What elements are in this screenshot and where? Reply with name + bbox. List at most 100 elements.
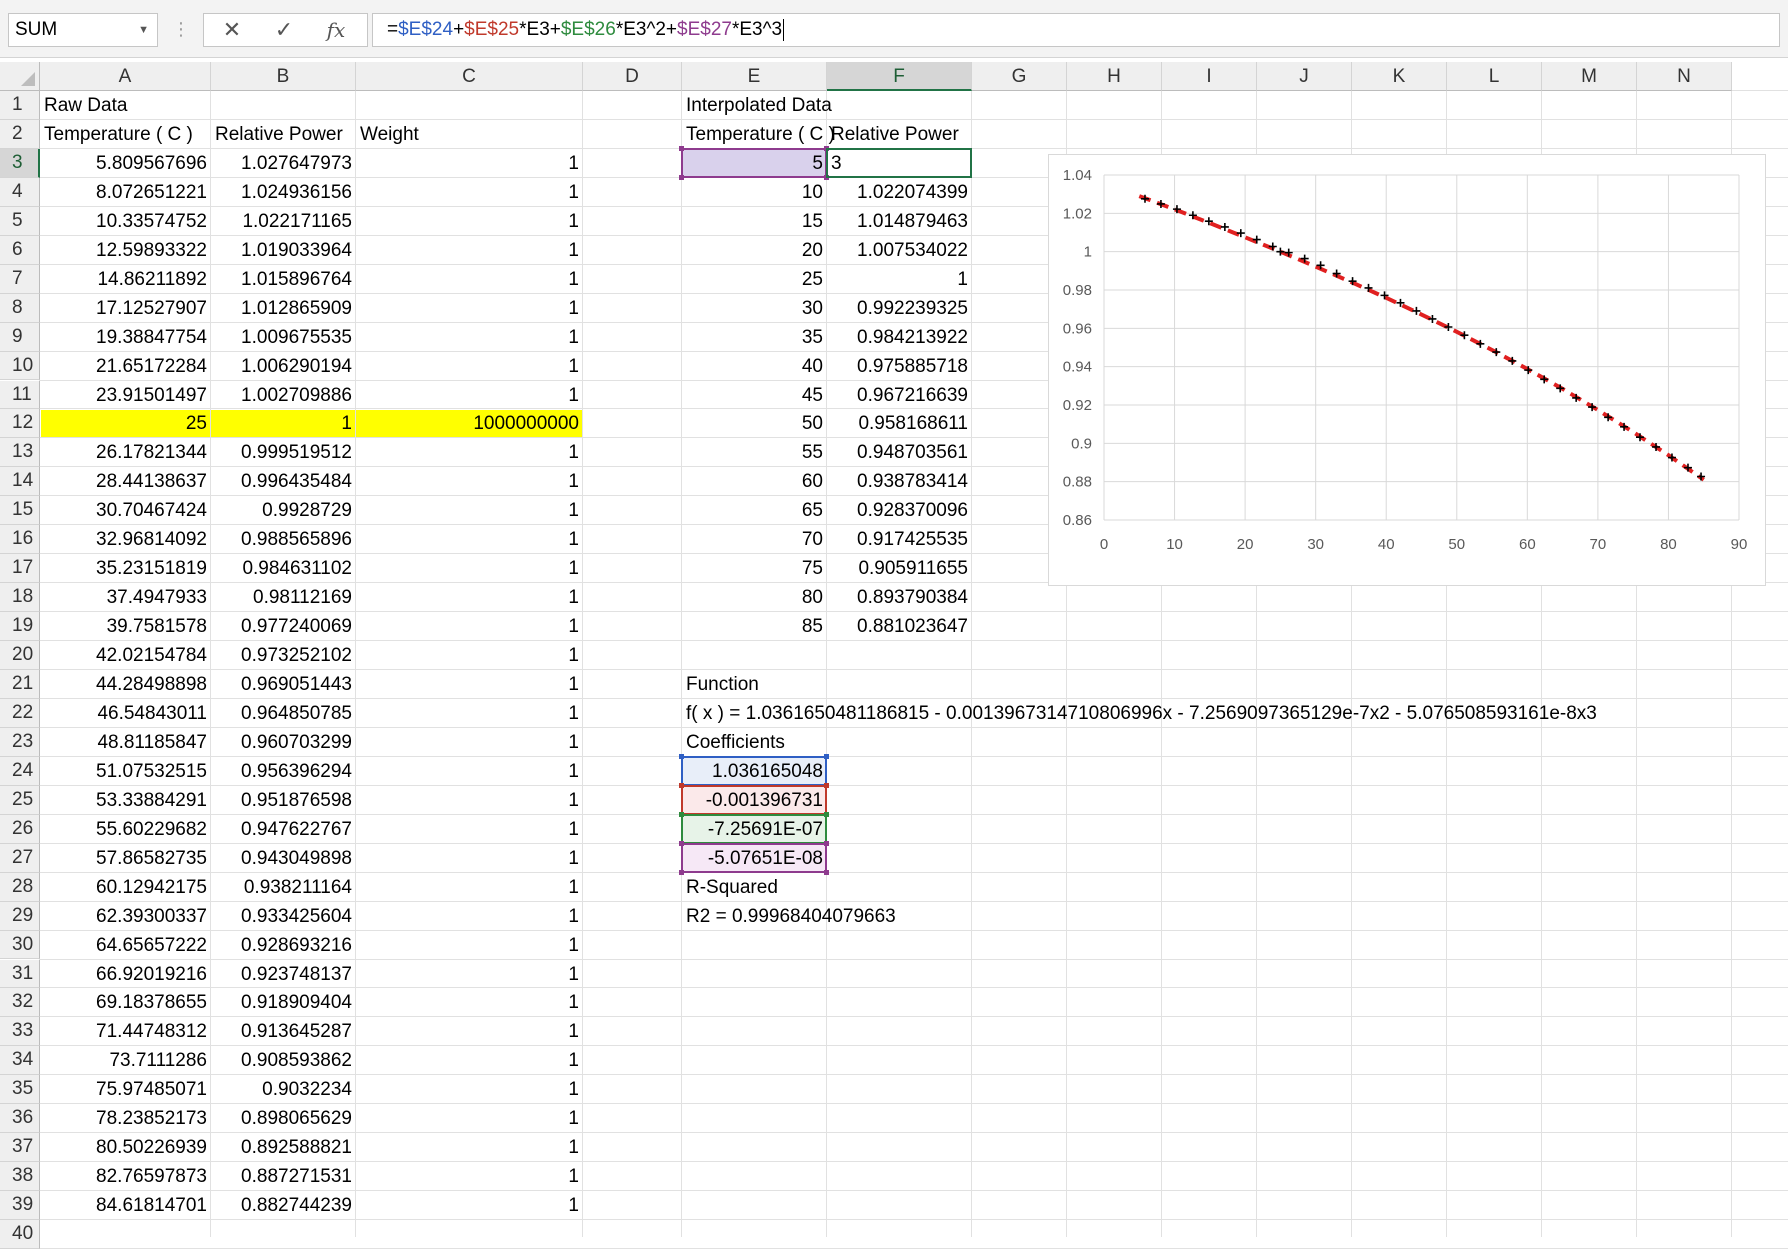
chevron-down-icon[interactable]: ▼: [138, 14, 149, 46]
interp-temperature-cell[interactable]: 45: [682, 382, 827, 410]
raw-power-cell[interactable]: 0.956396294: [211, 758, 356, 786]
row-header-28[interactable]: 28: [0, 872, 40, 902]
raw-temperature-cell[interactable]: 73.7111286: [40, 1047, 211, 1075]
row-header-3[interactable]: 3: [0, 148, 40, 178]
raw-weight-cell[interactable]: 1: [356, 989, 583, 1017]
row-header-32[interactable]: 32: [0, 988, 40, 1018]
raw-temperature-cell[interactable]: 28.44138637: [40, 468, 211, 496]
range-handle[interactable]: [679, 869, 684, 875]
column-header-l[interactable]: L: [1447, 62, 1542, 91]
row-header-21[interactable]: 21: [0, 670, 40, 699]
raw-power-cell[interactable]: 0.943049898: [211, 845, 356, 873]
row-header-30[interactable]: 30: [0, 930, 40, 960]
interp-temperature-cell[interactable]: 85: [682, 613, 827, 641]
header-relative-power[interactable]: Relative Power: [211, 121, 356, 149]
raw-power-cell[interactable]: 0.984631102: [211, 555, 356, 583]
interp-temperature-cell[interactable]: 70: [682, 526, 827, 554]
raw-weight-cell[interactable]: 1: [356, 584, 583, 612]
raw-power-cell[interactable]: 0.98112169: [211, 584, 356, 612]
header-temperature[interactable]: Temperature ( C ): [40, 121, 211, 149]
raw-temperature-cell[interactable]: 32.96814092: [40, 526, 211, 554]
range-handle[interactable]: [679, 145, 684, 151]
more-options-icon[interactable]: ⋮: [172, 14, 190, 44]
raw-weight-cell[interactable]: 1: [356, 439, 583, 467]
interp-power-cell[interactable]: 0.917425535: [827, 526, 972, 554]
row-header-13[interactable]: 13: [0, 438, 40, 468]
raw-temperature-cell[interactable]: 25: [40, 410, 211, 438]
raw-power-cell[interactable]: 0.938211164: [211, 874, 356, 902]
raw-weight-cell[interactable]: 1: [356, 382, 583, 410]
row-header-10[interactable]: 10: [0, 351, 40, 381]
raw-power-cell[interactable]: 1.027647973: [211, 150, 356, 178]
raw-temperature-cell[interactable]: 48.81185847: [40, 729, 211, 757]
interp-power-cell[interactable]: 1: [827, 266, 972, 294]
raw-power-cell[interactable]: 0.882744239: [211, 1192, 356, 1220]
interp-power-cell[interactable]: 1.007534022: [827, 237, 972, 265]
interp-power-cell[interactable]: 0.984213922: [827, 324, 972, 352]
raw-weight-cell[interactable]: 1: [356, 555, 583, 583]
raw-weight-cell[interactable]: 1: [356, 208, 583, 236]
raw-weight-cell[interactable]: 1: [356, 903, 583, 931]
row-header-36[interactable]: 36: [0, 1104, 40, 1134]
select-all-corner[interactable]: [0, 62, 40, 91]
interp-temperature-cell[interactable]: 75: [682, 555, 827, 583]
raw-temperature-cell[interactable]: 80.50226939: [40, 1134, 211, 1162]
raw-weight-cell[interactable]: 1: [356, 526, 583, 554]
interp-power-cell[interactable]: 0.975885718: [827, 353, 972, 381]
raw-temperature-cell[interactable]: 66.92019216: [40, 961, 211, 989]
row-header-34[interactable]: 34: [0, 1046, 40, 1076]
raw-power-cell[interactable]: 0.928693216: [211, 932, 356, 960]
range-handle[interactable]: [679, 840, 684, 846]
interp-header-temperature[interactable]: Temperature ( C ): [682, 121, 835, 149]
range-handle[interactable]: [824, 840, 829, 846]
raw-weight-cell[interactable]: 1: [356, 1047, 583, 1075]
interp-temperature-cell[interactable]: 10: [682, 179, 827, 207]
row-header-31[interactable]: 31: [0, 959, 40, 989]
raw-weight-cell[interactable]: 1: [356, 266, 583, 294]
raw-weight-cell[interactable]: 1: [356, 468, 583, 496]
raw-temperature-cell[interactable]: 84.61814701: [40, 1192, 211, 1220]
raw-power-cell[interactable]: 0.996435484: [211, 468, 356, 496]
raw-temperature-cell[interactable]: 37.4947933: [40, 584, 211, 612]
raw-power-cell[interactable]: 1.009675535: [211, 324, 356, 352]
row-header-23[interactable]: 23: [0, 727, 40, 757]
row-header-4[interactable]: 4: [0, 177, 40, 207]
raw-power-cell[interactable]: 0.892588821: [211, 1134, 356, 1162]
row-header-38[interactable]: 38: [0, 1162, 40, 1192]
raw-weight-cell[interactable]: 1: [356, 758, 583, 786]
raw-power-cell[interactable]: 0.933425604: [211, 903, 356, 931]
raw-data-title[interactable]: Raw Data: [40, 92, 211, 120]
row-header-20[interactable]: 20: [0, 641, 40, 670]
raw-weight-cell[interactable]: 1: [356, 932, 583, 960]
raw-temperature-cell[interactable]: 26.17821344: [40, 439, 211, 467]
interp-power-cell[interactable]: 0.928370096: [827, 497, 972, 525]
row-header-14[interactable]: 14: [0, 467, 40, 497]
interp-power-cell[interactable]: 0.905911655: [827, 555, 972, 583]
interp-power-cell[interactable]: 0.938783414: [827, 468, 972, 496]
function-expression[interactable]: f( x ) = 1.0361650481186815 - 0.00139673…: [682, 700, 1682, 728]
raw-power-cell[interactable]: 0.977240069: [211, 613, 356, 641]
row-header-2[interactable]: 2: [0, 119, 40, 149]
interp-power-cell[interactable]: 0.893790384: [827, 584, 972, 612]
raw-power-cell[interactable]: 0.964850785: [211, 700, 356, 728]
raw-weight-cell[interactable]: 1: [356, 324, 583, 352]
raw-power-cell[interactable]: 0.923748137: [211, 961, 356, 989]
raw-temperature-cell[interactable]: 10.33574752: [40, 208, 211, 236]
row-header-40[interactable]: 40: [0, 1220, 40, 1249]
column-header-e[interactable]: E: [682, 62, 827, 91]
raw-temperature-cell[interactable]: 60.12942175: [40, 874, 211, 902]
row-header-37[interactable]: 37: [0, 1133, 40, 1163]
raw-temperature-cell[interactable]: 69.18378655: [40, 989, 211, 1017]
raw-power-cell[interactable]: 0.960703299: [211, 729, 356, 757]
column-header-b[interactable]: B: [211, 62, 356, 91]
row-header-24[interactable]: 24: [0, 756, 40, 786]
raw-power-cell[interactable]: 0.9032234: [211, 1076, 356, 1104]
raw-power-cell[interactable]: 1.002709886: [211, 382, 356, 410]
range-handle[interactable]: [824, 782, 829, 788]
cancel-icon[interactable]: ✕: [212, 15, 252, 45]
raw-power-cell[interactable]: 0.988565896: [211, 526, 356, 554]
raw-temperature-cell[interactable]: 23.91501497: [40, 382, 211, 410]
name-box[interactable]: SUM ▼: [8, 13, 158, 47]
raw-weight-cell[interactable]: 1: [356, 816, 583, 844]
row-header-12[interactable]: 12: [0, 409, 40, 439]
